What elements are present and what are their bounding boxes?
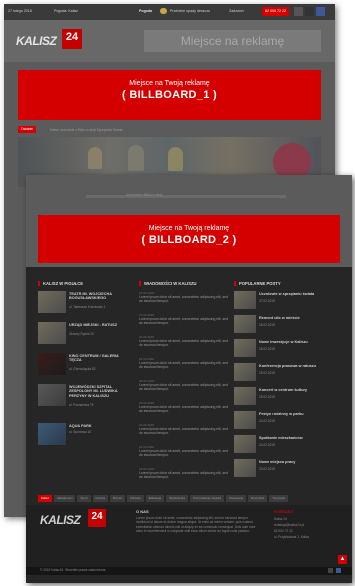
phone-button[interactable]: 62 000 72 22 <box>262 7 289 16</box>
footer-about-title: O NAS <box>136 509 149 514</box>
billboard-1-line1: Miejsce na Twoją reklamę <box>129 80 210 87</box>
weather-label: Pogoda: Kalisz <box>54 9 78 13</box>
twitter-icon[interactable] <box>328 568 333 573</box>
column-header-news: WIADOMOŚCI W KALISZU <box>139 281 197 286</box>
person-figure <box>168 147 183 171</box>
tag[interactable]: Kultura <box>92 495 109 502</box>
thumbnail <box>234 387 256 405</box>
date-label: 27 lutego 2018 <box>8 9 32 13</box>
top-bar: 27 lutego 2018 Pogoda: Kalisz Pogoda Prz… <box>4 4 335 20</box>
facebook-icon[interactable] <box>336 568 341 573</box>
footer-contact-item[interactable]: 62 000 72 22 <box>274 529 293 533</box>
thumbnail <box>234 363 256 381</box>
news-ticker: Ostatnie Kalisz: uczniowie z Bisku w akc… <box>18 126 321 133</box>
copyright-text: © 2018 Kalisz24. Wszelkie prawa zastrzeż… <box>40 568 107 572</box>
tag[interactable]: Sport <box>77 495 91 502</box>
news-item[interactable]: 27.02.2018 Lorem ipsum dolor sit amet, co… <box>139 291 229 304</box>
header-ad-banner[interactable]: Miejsce na reklamę <box>144 30 321 52</box>
thumbnail <box>38 384 66 406</box>
tag[interactable]: Inwestycje <box>226 495 247 502</box>
news-item[interactable]: 25.02.2018 Lorem ipsum dolor sit amet, co… <box>139 401 229 414</box>
logo-text: KALISZ <box>16 34 57 48</box>
news-item[interactable]: 23.02.2018 Lorem ipsum dolor sit amet, co… <box>139 467 229 480</box>
tag-bar: Kalisz Aktualności Sport Kultura Biznes Zdrow… <box>38 495 340 503</box>
weather-desc-title: Pogoda <box>139 9 153 13</box>
tag[interactable]: Kalisz <box>38 495 53 502</box>
column-header-pill: KALISZ W PIGUŁCE <box>38 281 83 286</box>
ticker-label: Ostatnie <box>18 126 36 133</box>
footer-links: Polityka prywatnościRegulaminReklamaKont… <box>136 557 346 571</box>
billboard-2-line2: ( BILLBOARD_2 ) <box>141 234 237 246</box>
tag[interactable]: Komunikacja miejska <box>189 495 225 502</box>
news-item[interactable]: 24.02.2018 Lorem ipsum dolor sit amet, co… <box>139 423 229 436</box>
thumbnail <box>234 459 256 477</box>
copyright-bar: © 2018 Kalisz24. Wszelkie prawa zastrzeż… <box>26 567 352 575</box>
twitter-icon[interactable] <box>305 7 314 16</box>
popular-posts: Uczniowie w sprzątaniu świata 27.02.2018 … <box>234 291 340 491</box>
thumbnail <box>38 322 66 344</box>
tag[interactable]: Aktualności <box>54 495 76 502</box>
thumbnail <box>234 291 256 309</box>
thumbnail <box>234 315 256 333</box>
logo-number: 24 <box>62 29 82 49</box>
billboard-2-line1: Miejsce na Twoją reklamę <box>148 225 230 232</box>
person-figure <box>128 145 144 171</box>
logo[interactable]: KALISZ <box>16 32 57 50</box>
thumbnail <box>234 411 256 429</box>
footer-contact-item[interactable]: Kalisz 24 <box>274 517 287 521</box>
weather-description: Przelotne opady deszczu <box>170 9 211 13</box>
cloud-icon <box>160 8 167 14</box>
tag[interactable]: Biznes <box>110 495 126 502</box>
tag[interactable]: Rozrywka <box>248 495 268 502</box>
tag[interactable]: Zdrowie <box>127 495 144 502</box>
tag[interactable]: Wydarzenia <box>166 495 188 502</box>
footer-logo-text: KALISZ <box>40 513 81 527</box>
footer-about-text: Lorem ipsum dolor sit amet, consectetur … <box>136 516 256 533</box>
thumbnail <box>38 353 66 375</box>
news-item[interactable]: 26.02.2018 Lorem ipsum dolor sit amet, co… <box>139 335 229 348</box>
site-footer: KALISZ 24 O NAS Lorem ipsum dolor sit am… <box>26 505 352 575</box>
news-item[interactable]: 27.02.2018 Lorem ipsum dolor sit amet, co… <box>139 313 229 326</box>
caption-line <box>86 195 286 198</box>
news-item[interactable]: 25.02.2018 Lorem ipsum dolor sit amet, co… <box>139 379 229 392</box>
ticker-text[interactable]: Kalisz: uczniowie z Bisku w akcji Sprząt… <box>50 128 122 132</box>
facebook-icon[interactable] <box>316 7 325 16</box>
billboard-1[interactable]: Miejsce na Twoją reklamę ( BILLBOARD_1 ) <box>18 70 321 120</box>
thumbnail <box>38 291 66 313</box>
column-header-popular: POPULARNE POSTY <box>234 281 281 286</box>
phone-label: Zadzwoń <box>229 9 244 13</box>
scroll-top-button[interactable]: ▲ <box>338 555 347 564</box>
billboard-1-line2: ( BILLBOARD_1 ) <box>122 89 217 101</box>
news-list: 27.02.2018 Lorem ipsum dolor sit amet, co… <box>139 291 229 491</box>
news-item[interactable]: 26.02.2018 Lorem ipsum dolor sit amet, co… <box>139 357 229 370</box>
tag[interactable]: Turystyka <box>269 495 289 502</box>
footer-logo[interactable]: KALISZ <box>40 511 81 529</box>
person-figure <box>88 147 102 169</box>
website-page-2: Uczniowie z Bisku w akcji Miejsce na Two… <box>26 175 352 583</box>
thumbnail <box>234 339 256 357</box>
footer-contact-item[interactable]: ul. Przykładowa 1, Kalisz <box>274 535 309 539</box>
photo-caption: Uczniowie z Bisku w akcji <box>126 193 163 197</box>
thumbnail <box>38 423 66 445</box>
billboard-2[interactable]: Miejsce na Twoją reklamę ( BILLBOARD_2 ) <box>38 215 340 263</box>
search-icon[interactable] <box>294 7 303 16</box>
tag[interactable]: Edukacja <box>145 495 165 502</box>
footer-contact-title: KONTAKT <box>274 509 294 514</box>
thumbnail <box>234 435 256 453</box>
site-header: KALISZ 24 Miejsce na reklamę <box>4 20 335 62</box>
footer-contact-item[interactable]: redakcja@kalisz24.pl <box>274 523 304 527</box>
news-item[interactable]: 24.02.2018 Lorem ipsum dolor sit amet, co… <box>139 445 229 458</box>
footer-logo-number: 24 <box>88 509 106 527</box>
pill-list: TEATR IM. WOJCIECHA BOGUSŁAWSKIEGO ul. T… <box>38 291 133 491</box>
